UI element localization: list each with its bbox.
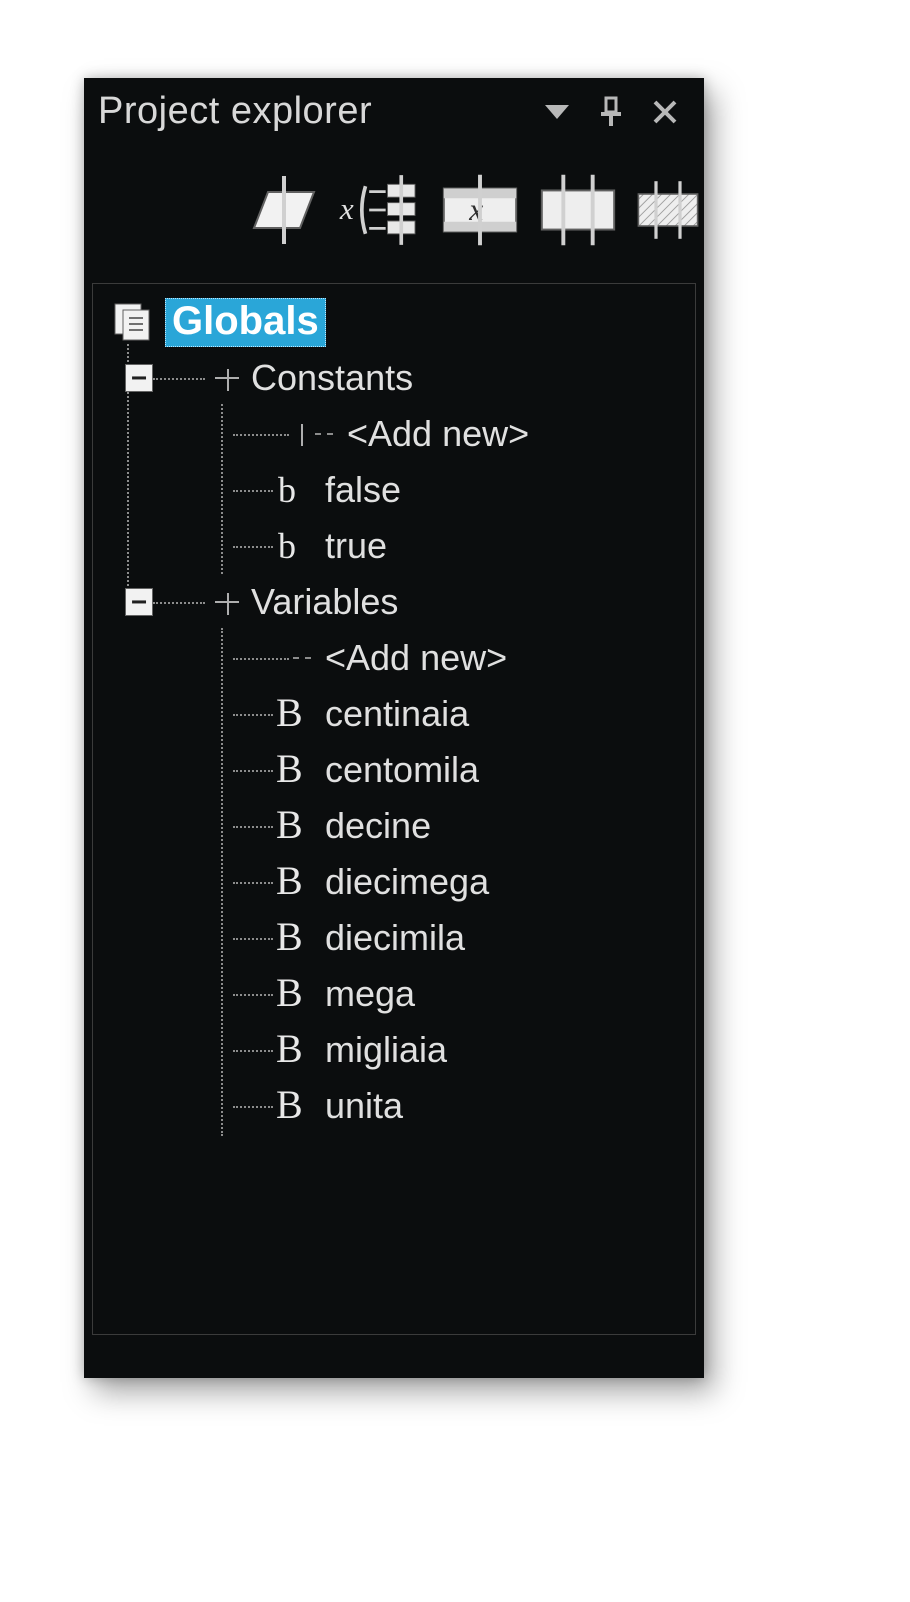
svg-text:B: B (276, 1028, 303, 1071)
byte-type-icon: B (275, 973, 311, 1015)
byte-type-icon: B (275, 693, 311, 735)
tree-item-label: migliaia (319, 1029, 447, 1071)
tree-item-label: diecimila (319, 917, 465, 959)
bool-type-icon: b (275, 469, 311, 511)
globals-icon (111, 300, 155, 344)
tree-item-constant[interactable]: b true (105, 518, 691, 574)
svg-text:x: x (339, 191, 354, 226)
tree-item-label: unita (319, 1085, 403, 1127)
tree-item-label: false (319, 469, 401, 511)
tree-node-label: Constants (245, 357, 413, 399)
tree-item-variable[interactable]: B diecimila (105, 910, 691, 966)
toolbar-btn-struct-x-icon[interactable]: x (338, 165, 426, 255)
tree-item-label: centomila (319, 749, 479, 791)
tree-item-label: decine (319, 805, 431, 847)
panel-titlebar: Project explorer (84, 78, 704, 147)
svg-text:B: B (276, 748, 303, 791)
toolbar-btn-parallelogram-icon[interactable] (240, 165, 328, 255)
tree-node-constants[interactable]: − Constants (105, 350, 691, 406)
tree-node-variables[interactable]: − Variables (105, 574, 691, 630)
svg-text:B: B (276, 860, 303, 903)
bool-type-icon: b (275, 525, 311, 567)
tree-item-label: <Add new> (341, 413, 529, 455)
tree-item-label: true (319, 525, 387, 567)
tree-item-variable[interactable]: B centomila (105, 742, 691, 798)
panel-menu-dropdown-icon[interactable] (536, 91, 578, 133)
svg-text:B: B (276, 804, 303, 847)
collapse-icon[interactable]: − (125, 588, 153, 616)
svg-text:B: B (276, 972, 303, 1015)
byte-type-icon: B (275, 805, 311, 847)
tree-item-label: centinaia (319, 693, 469, 735)
byte-type-icon: B (275, 1029, 311, 1071)
byte-type-icon: B (275, 917, 311, 959)
tree-node-label: Variables (245, 581, 398, 623)
tree-item-variable[interactable]: B diecimega (105, 854, 691, 910)
svg-text:B: B (276, 916, 303, 959)
tree-item-variable[interactable]: B decine (105, 798, 691, 854)
tree-item-variable[interactable]: B migliaia (105, 1022, 691, 1078)
toolbar-btn-hatched-box-icon[interactable] (632, 165, 704, 255)
panel-title: Project explorer (98, 90, 524, 133)
tree-item-variable[interactable]: B unita (105, 1078, 691, 1134)
toolbar-btn-variable-box-icon[interactable]: x (436, 165, 524, 255)
toolbar-btn-plain-box-icon[interactable] (534, 165, 622, 255)
node-glyph (215, 601, 239, 603)
tree-root-label: Globals (165, 298, 326, 347)
tree-item-constant[interactable]: b false (105, 462, 691, 518)
tree-item-add-new-constant[interactable]: <Add new> (105, 406, 691, 462)
tree-item-add-new-variable[interactable]: <Add new> (105, 630, 691, 686)
tree-view[interactable]: Globals − Constants <Add new> b (92, 283, 696, 1335)
tree-item-variable[interactable]: B centinaia (105, 686, 691, 742)
tree-root-row[interactable]: Globals (105, 294, 691, 350)
byte-type-icon: B (275, 861, 311, 903)
toolbar: x x (224, 147, 704, 277)
project-explorer-panel: Project explorer x (84, 78, 704, 1378)
svg-text:b: b (278, 526, 296, 566)
svg-text:B: B (276, 692, 303, 735)
collapse-icon[interactable]: − (125, 364, 153, 392)
tree-item-label: diecimega (319, 861, 489, 903)
close-icon[interactable] (644, 91, 686, 133)
tree-item-label: <Add new> (319, 637, 507, 679)
node-glyph (215, 377, 239, 379)
svg-text:B: B (276, 1084, 303, 1127)
tree-item-variable[interactable]: B mega (105, 966, 691, 1022)
byte-type-icon: B (275, 749, 311, 791)
tree-item-label: mega (319, 973, 415, 1015)
svg-text:b: b (278, 470, 296, 510)
byte-type-icon: B (275, 1085, 311, 1127)
pin-icon[interactable] (590, 91, 632, 133)
